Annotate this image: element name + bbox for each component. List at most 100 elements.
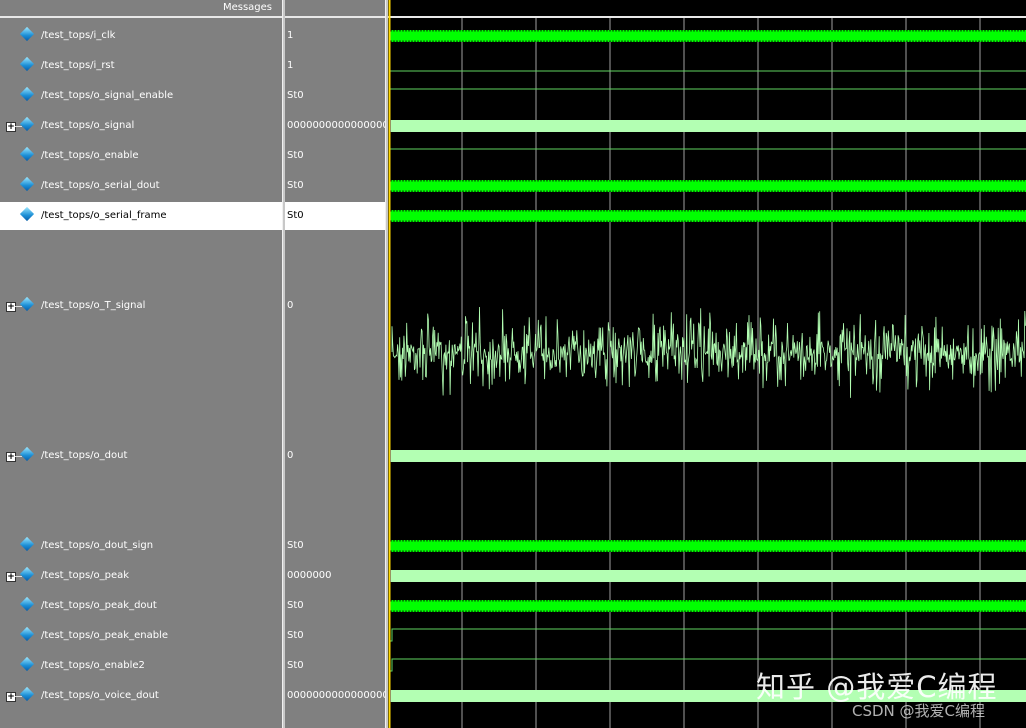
signal-name: /test_tops/o_enable [41,150,139,161]
signal-name: /test_tops/i_clk [41,30,116,41]
tree-line [15,306,22,307]
expand-icon[interactable]: + [6,692,16,702]
signal-row[interactable]: + /test_tops/o_dout [0,442,282,470]
messages-header: Messages [0,0,282,18]
tree-line [15,576,22,577]
signal-value: 0 [287,300,294,311]
signal-diamond-icon [19,56,35,72]
signal-value-row[interactable]: St0 [285,532,385,560]
signal-row[interactable]: + /test_tops/o_T_signal [0,292,282,320]
signal-value-row[interactable]: 1 [285,52,385,80]
signal-diamond-icon [19,86,35,102]
tree-line [15,696,22,697]
analog-waveform [391,306,1026,398]
signal-name: /test_tops/o_peak_dout [41,600,157,611]
signal-diamond-icon [19,566,35,582]
signal-value-row[interactable]: 0000000000000000 [285,682,385,710]
signal-name: /test_tops/o_serial_frame [41,210,167,221]
tree-line [15,456,22,457]
signal-value-row[interactable]: 0000000000000000 [285,112,385,140]
signal-name: /test_tops/o_signal [41,120,135,131]
signal-value-row[interactable]: St0 [285,622,385,650]
signal-value-row[interactable]: 0000000 [285,562,385,590]
signal-value-row[interactable]: St0 [285,652,385,680]
signal-diamond-icon [19,176,35,192]
signal-value: St0 [287,600,304,611]
signal-value: 0000000 [287,570,332,581]
signal-name: /test_tops/o_signal_enable [41,90,174,101]
signal-row[interactable]: + /test_tops/o_voice_dout [0,682,282,710]
signal-row[interactable]: /test_tops/o_peak_enable [0,622,282,650]
signal-value: St0 [287,660,304,671]
signal-value-row[interactable]: St0 [285,172,385,200]
signal-value-row[interactable]: 0 [285,292,385,320]
clock-waveform [390,210,1026,222]
signal-name: /test_tops/o_T_signal [41,300,146,311]
signal-row[interactable]: /test_tops/o_serial_dout [0,172,282,200]
signal-value: St0 [287,540,304,551]
signal-row[interactable]: /test_tops/i_clk [0,22,282,50]
clock-waveform [390,540,1026,552]
tree-line [15,126,22,127]
signal-value: 0000000000000000 [287,120,385,131]
signal-value: St0 [287,630,304,641]
clock-waveform [390,30,1026,42]
signal-values-pane: 1 1 St0 0000000000000000 St0 St0 St0 0 0 St0 00000… [285,0,385,728]
signal-value: 1 [287,30,294,41]
signal-value: St0 [287,180,304,191]
signal-diamond-icon [19,116,35,132]
signal-value: 0000000000000000 [287,690,385,701]
signal-names-pane: Messages /test_tops/i_clk/test_tops/i_rs… [0,0,282,728]
signal-name: /test_tops/o_dout [41,450,128,461]
signal-row[interactable]: /test_tops/o_enable2 [0,652,282,680]
signal-row[interactable]: + /test_tops/o_signal [0,112,282,140]
signal-diamond-icon [19,206,35,222]
expand-icon[interactable]: + [6,302,16,312]
signal-name: /test_tops/o_peak_enable [41,630,168,641]
signal-diamond-icon [19,446,35,462]
signal-row[interactable]: /test_tops/o_signal_enable [0,82,282,110]
signal-waveform [390,628,1026,642]
signal-name: /test_tops/o_enable2 [41,660,145,671]
signal-value: St0 [287,150,304,161]
signal-diamond-icon [19,626,35,642]
signal-row[interactable]: /test_tops/i_rst [0,52,282,80]
signal-name: /test_tops/i_rst [41,60,115,71]
expand-icon[interactable]: + [6,122,16,132]
signal-value-row[interactable]: St0 [285,202,385,230]
signal-value: 1 [287,60,294,71]
signal-value-row[interactable]: 1 [285,22,385,50]
signal-diamond-icon [19,296,35,312]
signal-name: /test_tops/o_peak [41,570,130,581]
expand-icon[interactable]: + [6,452,16,462]
signal-name: /test_tops/o_dout_sign [41,540,154,551]
signal-diamond-icon [19,686,35,702]
clock-waveform [390,600,1026,612]
waveform-pane[interactable] [388,0,1026,728]
signal-diamond-icon [19,26,35,42]
signal-value-row[interactable]: 0 [285,442,385,470]
bus-waveform [391,450,1026,462]
signal-diamond-icon [19,536,35,552]
bus-waveform [391,120,1026,132]
signal-row[interactable]: /test_tops/o_serial_frame [0,202,282,230]
watermark-csdn: CSDN @我爱C编程 [852,702,986,720]
signal-diamond-icon [19,596,35,612]
signal-value: St0 [287,90,304,101]
signal-name: /test_tops/o_serial_dout [41,180,160,191]
signal-row[interactable]: /test_tops/o_enable [0,142,282,170]
values-header [285,0,385,18]
signal-diamond-icon [19,656,35,672]
signal-value: 0 [287,450,294,461]
signal-value-row[interactable]: St0 [285,82,385,110]
expand-icon[interactable]: + [6,572,16,582]
signal-row[interactable]: + /test_tops/o_peak [0,562,282,590]
signal-value-row[interactable]: St0 [285,592,385,620]
signal-row[interactable]: /test_tops/o_dout_sign [0,532,282,560]
bus-waveform [391,570,1026,582]
signal-value: St0 [287,210,304,221]
clock-waveform [390,180,1026,192]
signal-value-row[interactable]: St0 [285,142,385,170]
signal-diamond-icon [19,146,35,162]
signal-row[interactable]: /test_tops/o_peak_dout [0,592,282,620]
